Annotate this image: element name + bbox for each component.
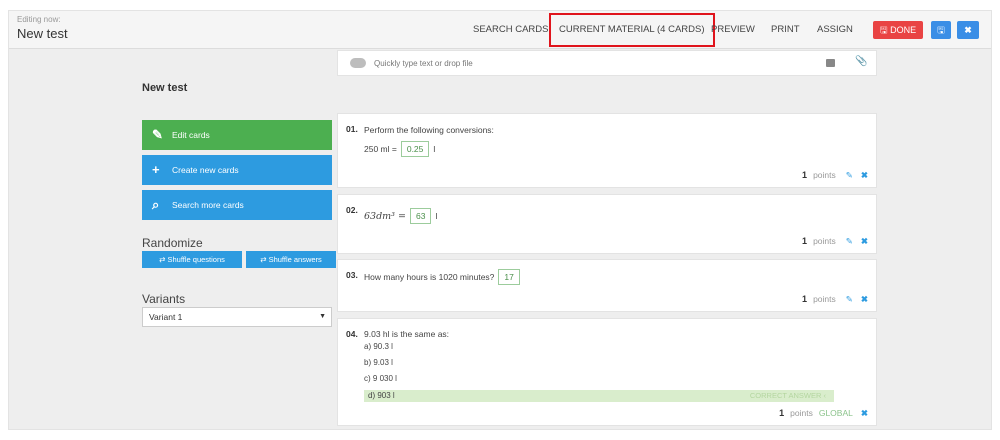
delete-icon[interactable]: ✖ [861,236,868,246]
variant-select[interactable]: Variant 1 ▼ [142,307,332,327]
edit-icon[interactable]: ✎ [846,170,853,180]
delete-icon[interactable]: ✖ [861,294,868,304]
option-text: 903 l [377,391,395,400]
correct-answer-label: CORRECT ANSWER ‹ [749,391,826,400]
points-label: points [790,408,813,418]
question-number: 03. [346,270,358,280]
question-card: 01. Perform the following conversions: 2… [337,113,877,188]
points-label: points [813,294,836,304]
page-title: New test [17,26,68,41]
option-letter: c) [364,374,371,383]
delete-icon[interactable]: ✖ [861,408,868,418]
paperclip-icon[interactable]: 📎 [855,56,867,67]
cloud-upload-icon [350,58,366,68]
card-footer: 1 points ✎ ✖ [802,170,868,181]
answer-field[interactable]: 63 [409,208,432,224]
option-letter: d) [368,391,376,400]
points-value: 1 [802,170,808,180]
question-text: How many hours is 1020 minutes? [364,272,495,282]
done-button[interactable]: 🖫 DONE [873,21,923,39]
quick-input[interactable]: Quickly type text or drop file 📎 [337,50,877,76]
formula-prefix: 63dm³ = [364,211,406,222]
create-cards-button[interactable]: + Create new cards [142,155,332,185]
shuffle-questions-label: Shuffle questions [167,255,225,264]
image-icon[interactable] [826,59,835,67]
unit-label: l [433,144,436,154]
save-button[interactable]: 🖫 [931,21,951,39]
search-cards-button[interactable]: ⌕ Search more cards [142,190,332,220]
answer-option-correct[interactable]: d) 903 l CORRECT ANSWER ‹ [364,390,834,402]
global-label[interactable]: GLOBAL [819,408,853,418]
card-footer: 1 points ✎ ✖ [802,236,868,247]
close-button[interactable]: ✖ [957,21,979,39]
shuffle-icon: ⇄ [260,255,267,264]
create-cards-label: Create new cards [172,165,239,175]
points-value: 1 [779,408,785,418]
tab-print[interactable]: PRINT [771,11,800,49]
option-letter: b) [364,358,372,367]
question-formula: 250 ml = 0.25 l [364,141,435,157]
question-text: 9.03 hl is the same as: [364,329,450,339]
card-footer: 1 points ✎ ✖ [802,294,868,305]
option-text: 9 030 l [372,374,397,383]
shuffle-answers-button[interactable]: ⇄ Shuffle answers [246,251,336,268]
caret-down-icon: ▼ [319,313,326,320]
delete-icon[interactable]: ✖ [861,170,868,180]
pencil-icon: ✎ [152,127,163,142]
points-value: 1 [802,236,808,246]
points-label: points [813,236,836,246]
question-card: 02. 63dm³ = 63 l 1 points ✎ ✖ [337,194,877,254]
close-icon: ✖ [964,25,972,35]
answer-field[interactable]: 17 [498,269,520,285]
search-cards-label: Search more cards [172,200,244,210]
card-footer: 1 points GLOBAL ✖ [779,408,868,419]
unit-label: l [435,211,438,221]
shuffle-answers-label: Shuffle answers [268,255,322,264]
formula-prefix: 250 ml = [364,144,397,154]
edit-icon[interactable]: ✎ [846,294,853,304]
question-text: Perform the following conversions: [364,125,494,135]
shuffle-icon: ⇄ [159,255,166,264]
variants-heading: Variants [142,292,186,306]
variant-selected: Variant 1 [149,312,183,322]
randomize-heading: Randomize [142,236,203,250]
option-text: 9.03 l [373,358,393,367]
tab-assign[interactable]: ASSIGN [817,11,853,49]
tab-preview[interactable]: PREVIEW [711,11,755,49]
edit-icon[interactable]: ✎ [846,236,853,246]
question-number: 04. [346,329,358,339]
answer-option[interactable]: a) 90.3 l [364,342,393,351]
tab-search-cards[interactable]: SEARCH CARDS [473,11,549,49]
shuffle-questions-button[interactable]: ⇄ Shuffle questions [142,251,242,268]
option-letter: a) [364,342,372,351]
search-icon: ⌕ [152,197,160,212]
question-card: 03. How many hours is 1020 minutes? 17 1p… [337,259,877,312]
points-value: 1 [802,294,808,304]
question-formula: How many hours is 1020 minutes? 17 [364,269,524,285]
answer-field[interactable]: 0.25 [400,141,430,157]
test-name-heading: New test [142,82,188,94]
answer-option[interactable]: b) 9.03 l [364,358,393,367]
quick-input-placeholder: Quickly type text or drop file [374,59,473,68]
question-number: 01. [346,124,358,134]
plus-icon: + [152,162,160,177]
save-icon: 🖫 [879,25,888,35]
points-label: points [813,170,836,180]
top-bar: Editing now: New test SEARCH CARDS CURRE… [9,11,991,49]
tab-current-material[interactable]: CURRENT MATERIAL (4 CARDS) [549,13,715,47]
question-card: 04. 9.03 hl is the same as: a) 90.3 l b)… [337,318,877,426]
floppy-icon: 🖫 [937,25,945,35]
edit-cards-button[interactable]: ✎ Edit cards [142,120,332,150]
edit-cards-label: Edit cards [172,130,210,140]
question-number: 02. [346,205,358,215]
answer-option[interactable]: c) 9 030 l [364,374,397,383]
option-text: 90.3 l [373,342,393,351]
question-formula: 63dm³ = 63 l [364,208,437,224]
editing-label: Editing now: [17,15,61,24]
done-label: DONE [890,25,917,35]
